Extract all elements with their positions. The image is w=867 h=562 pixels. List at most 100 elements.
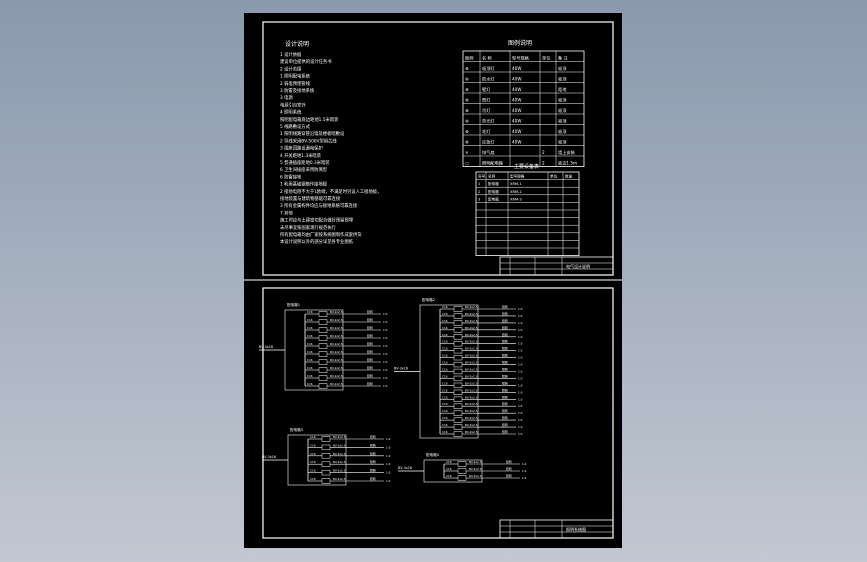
load-label: 照明 xyxy=(502,416,508,420)
load-label: 照明 xyxy=(367,358,373,362)
breaker-label: C16 xyxy=(442,312,448,316)
table-header-cell: 序号 xyxy=(478,174,486,179)
table-cell: 壁灯 xyxy=(482,86,491,93)
circuit-label: BV-2x2.5 xyxy=(465,416,478,420)
load-label: 照明 xyxy=(370,452,376,456)
circuit-label: BV-2x2.5 xyxy=(465,354,478,358)
load-kw: 1.0 xyxy=(386,479,391,483)
load-kw: 1.0 xyxy=(518,376,523,380)
notes-line: 4 开关距地1.3米暗装 xyxy=(280,152,322,159)
load-label: 照明 xyxy=(370,443,376,447)
notes-line: 照明配电箱底边距地1.5米暗装 xyxy=(280,116,339,123)
circuit-label: BV-2x2.5 xyxy=(469,460,482,464)
table-cell: 荧光灯 xyxy=(482,118,495,125)
table-cell: ⊗ xyxy=(465,66,469,71)
panel-label: 配电箱3 xyxy=(290,427,303,432)
table-cell: ⊗ xyxy=(465,119,469,124)
table-header-cell: 备 注 xyxy=(558,55,569,62)
circuit-label: BV-2x2.5 xyxy=(465,381,478,385)
load-kw: 1.0 xyxy=(518,418,523,422)
breaker-label: C16 xyxy=(442,381,448,385)
table-cell: XRM-3 xyxy=(510,197,522,201)
load-kw: 1.0 xyxy=(522,469,527,473)
panel-label: 配电箱4 xyxy=(426,452,440,457)
breaker-label: C16 xyxy=(442,305,448,309)
notes-line: 所有配电箱均由厂家按系统图制作成套供货 xyxy=(280,231,362,238)
load-label: 照明 xyxy=(367,374,373,378)
table-cell: 40W xyxy=(512,77,521,82)
breaker-label: C16 xyxy=(307,366,313,370)
load-kw: 1.0 xyxy=(522,462,527,466)
breaker-label: C16 xyxy=(442,374,448,378)
circuit-label: BV-2x2.5 xyxy=(465,368,478,372)
circuit-label: BV-2x2.5 xyxy=(330,326,343,330)
title-block-top-label: 电气设计说明 xyxy=(566,263,590,269)
load-kw: 1.0 xyxy=(518,349,523,353)
table-cell: 底边1.5m xyxy=(558,160,577,167)
load-kw: 1.0 xyxy=(518,425,523,429)
breaker-label: C16 xyxy=(442,430,448,434)
notes-line: 1 利用基础钢筋作接地极 xyxy=(280,181,328,188)
breaker-label: C16 xyxy=(307,350,313,354)
notes-line: 3 电源 xyxy=(280,94,293,101)
circuit-label: BV-2x2.5 xyxy=(469,467,482,471)
breaker-label: C16 xyxy=(310,469,316,473)
circuit-label: BV-2x2.5 xyxy=(465,423,478,427)
load-kw: 1.0 xyxy=(383,344,388,348)
notes-line: 2 接地电阻不大于1欧姆，不满足时另设人工接地极， xyxy=(280,188,381,195)
load-label: 照明 xyxy=(502,402,508,406)
table-cell: ⊗ xyxy=(465,140,469,145)
breaker-label: C16 xyxy=(307,382,313,386)
incoming-cable-label: BV-3x16 xyxy=(398,466,412,470)
table-cell: ⊗ xyxy=(465,129,469,134)
load-kw: 1.0 xyxy=(383,336,388,340)
notes-line: 3 插座回路设漏电保护 xyxy=(280,145,323,152)
notes-line: 2 导线采用BV-500V型铜芯线 xyxy=(280,137,337,144)
load-kw: 1.0 xyxy=(386,445,391,449)
table-cell: 1 xyxy=(478,182,480,186)
table-header-cell: 单位 xyxy=(542,55,550,62)
load-kw: 1.0 xyxy=(383,320,388,324)
load-kw: 1.0 xyxy=(518,335,523,339)
table-header-cell: 图例 xyxy=(465,55,473,62)
load-label: 照明 xyxy=(502,374,508,378)
circuit-label: BV-2x2.5 xyxy=(465,347,478,351)
notes-line: 施工时应与土建密切配合做好预留预埋 xyxy=(280,217,354,224)
breaker-label: C16 xyxy=(442,361,448,365)
load-label: 照明 xyxy=(370,460,376,464)
table-cell: 40W xyxy=(512,140,521,145)
notes-line: 电源引自室外 xyxy=(280,101,306,108)
table-cell: 防水灯 xyxy=(482,76,495,83)
notes-line: 1 照明配电系统 xyxy=(280,73,311,80)
cad-viewport[interactable]: 设计说明 1 设计依据 建设单位提供的设计任务书2 设计范围 1 照明配电系统 … xyxy=(0,0,867,562)
load-label: 照明 xyxy=(367,334,373,338)
load-label: 照明 xyxy=(367,382,373,386)
circuit-label: BV-2x2.5 xyxy=(465,361,478,365)
load-kw: 1.0 xyxy=(383,312,388,316)
circuit-label: BV-2x2.5 xyxy=(333,460,346,464)
circuit-label: BV-2x2.5 xyxy=(465,430,478,434)
notes-line: 5 线路敷设方式 xyxy=(280,123,311,130)
table-cell: 2 xyxy=(542,150,545,155)
circuit-label: BV-2x2.5 xyxy=(469,474,482,478)
material-title: 主要设备表 xyxy=(514,163,539,170)
breaker-label: C16 xyxy=(307,334,313,338)
circuit-label: BV-2x2.5 xyxy=(333,443,346,447)
breaker-label: C16 xyxy=(310,452,316,456)
circuit-label: BV-2x2.5 xyxy=(465,333,478,337)
notes-line: 2 弱电预埋管线 xyxy=(280,80,311,87)
breaker-label: C16 xyxy=(307,374,313,378)
load-label: 照明 xyxy=(502,319,508,323)
table-cell: 配电箱 xyxy=(488,196,499,201)
circuit-label: BV-2x2.5 xyxy=(330,374,343,378)
load-kw: 1.0 xyxy=(518,432,523,436)
table-cell: 距地 xyxy=(558,86,567,92)
table-cell: ✕ xyxy=(465,150,469,155)
notes-title: 设计说明 xyxy=(285,40,309,48)
table-header-cell: 型号规格 xyxy=(512,55,530,62)
load-kw: 1.0 xyxy=(386,454,391,458)
table-cell: 应急灯 xyxy=(482,139,495,146)
load-label: 照明 xyxy=(502,347,508,351)
table-cell: 墙上安装 xyxy=(558,149,576,156)
breaker-label: C16 xyxy=(310,460,316,464)
